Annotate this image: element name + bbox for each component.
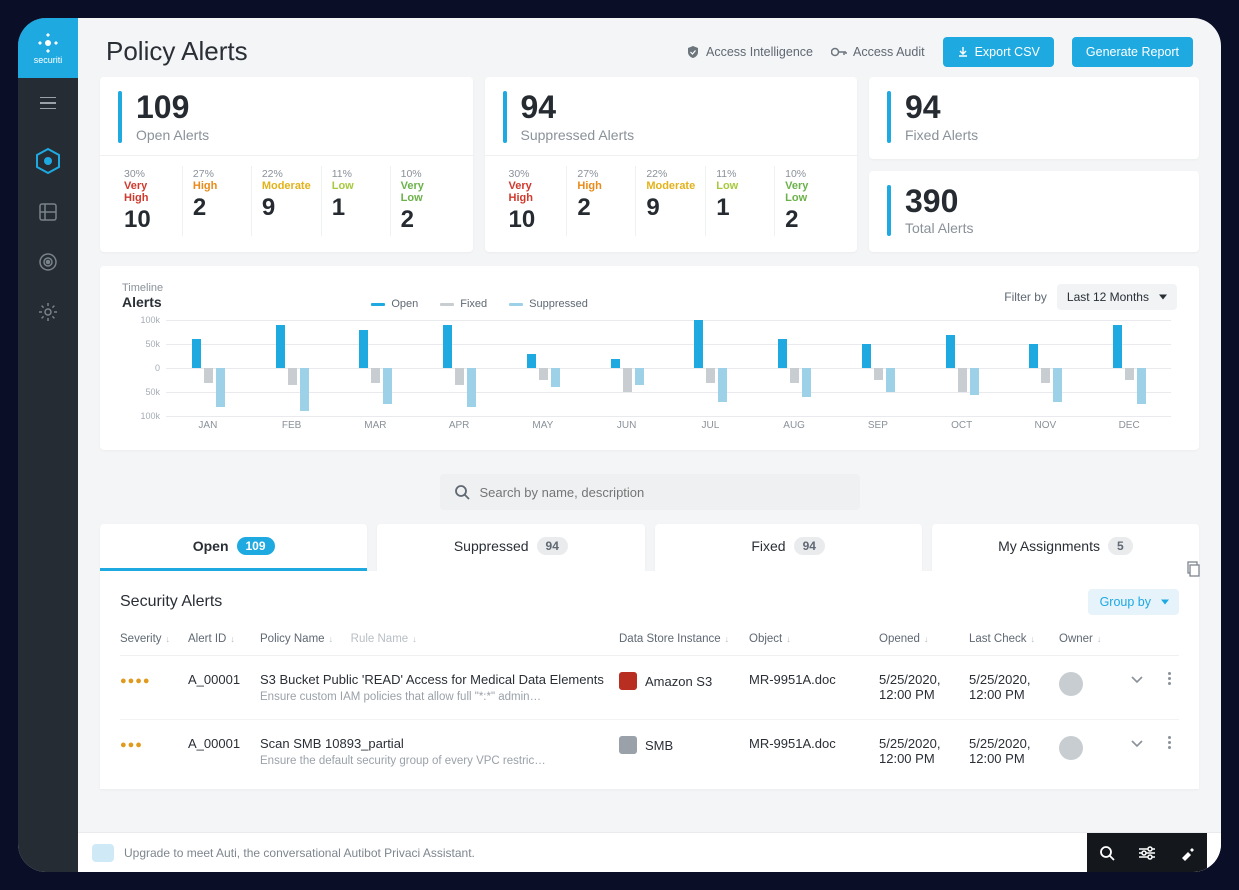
copy-icon[interactable] <box>1185 561 1201 582</box>
export-csv-button[interactable]: Export CSV <box>943 37 1054 67</box>
card-suppressed-alerts: 94Suppressed Alerts 30%Very High1027%Hig… <box>485 77 858 252</box>
footer-sliders-button[interactable] <box>1127 833 1167 873</box>
groupby-select[interactable]: Group by <box>1088 589 1179 615</box>
chat-icon[interactable] <box>92 844 114 862</box>
nav-item-policy[interactable] <box>31 144 65 178</box>
link-access-intelligence[interactable]: Access Intelligence <box>686 45 813 59</box>
footer-bar: Upgrade to meet Auti, the conversational… <box>78 832 1221 872</box>
tab-my assignments[interactable]: My Assignments5 <box>932 524 1199 571</box>
generate-report-button[interactable]: Generate Report <box>1072 37 1193 67</box>
card-total-alerts: 390Total Alerts <box>869 171 1199 253</box>
download-icon <box>957 46 969 58</box>
search-input[interactable] <box>480 485 846 500</box>
severity-dots: ●●●● <box>120 675 151 687</box>
card-fixed-alerts: 94Fixed Alerts <box>869 77 1199 159</box>
table-header: Severity↓ Alert ID↓ Policy Name↓ Rule Na… <box>120 627 1179 656</box>
chart-legend: Open Fixed Suppressed <box>371 298 588 310</box>
severity-dots: ●●● <box>120 739 143 751</box>
table-row[interactable]: ●●●● A_00001 S3 Bucket Public 'READ' Acc… <box>120 656 1179 720</box>
expand-row-button[interactable] <box>1131 736 1159 751</box>
main-content: Policy Alerts Access Intelligence Access… <box>78 18 1221 872</box>
footer-build-button[interactable] <box>1167 833 1207 873</box>
alerts-table: Security Alerts Group by Severity↓ Alert… <box>100 571 1199 789</box>
avatar <box>1059 736 1083 760</box>
key-icon <box>831 46 847 58</box>
tab-suppressed[interactable]: Suppressed94 <box>377 524 644 571</box>
shield-check-icon <box>686 45 700 59</box>
s3-icon <box>619 672 637 690</box>
table-title: Security Alerts <box>120 593 222 611</box>
link-access-audit[interactable]: Access Audit <box>831 45 925 59</box>
timeline-card: TimelineAlerts Open Fixed Suppressed Fil… <box>100 266 1199 450</box>
nav-item-settings[interactable] <box>32 296 64 328</box>
page-title: Policy Alerts <box>106 36 248 67</box>
row-more-button[interactable] <box>1159 736 1179 749</box>
card-open-alerts: 109Open Alerts 30%Very High1027%High222%… <box>100 77 473 252</box>
sidebar: securiti <box>18 18 78 872</box>
expand-row-button[interactable] <box>1131 672 1159 687</box>
brand-logo: securiti <box>18 18 78 78</box>
menu-toggle[interactable] <box>18 78 78 128</box>
filter-label: Filter by <box>1004 290 1047 304</box>
filter-select[interactable]: Last 12 Months <box>1057 284 1177 310</box>
row-more-button[interactable] <box>1159 672 1179 685</box>
search-box[interactable] <box>440 474 860 510</box>
tab-open[interactable]: Open109 <box>100 524 367 571</box>
nav-item-radar[interactable] <box>32 246 64 278</box>
footer-search-button[interactable] <box>1087 833 1127 873</box>
footer-message: Upgrade to meet Auti, the conversational… <box>124 846 475 860</box>
search-icon <box>454 484 470 500</box>
timeline-chart: 100k50k050k100k <box>122 320 1177 440</box>
table-row[interactable]: ●●● A_00001 Scan SMB 10893_partialEnsure… <box>120 720 1179 783</box>
tab-fixed[interactable]: Fixed94 <box>655 524 922 571</box>
nav-item-data[interactable] <box>32 196 64 228</box>
avatar <box>1059 672 1083 696</box>
smb-icon <box>619 736 637 754</box>
